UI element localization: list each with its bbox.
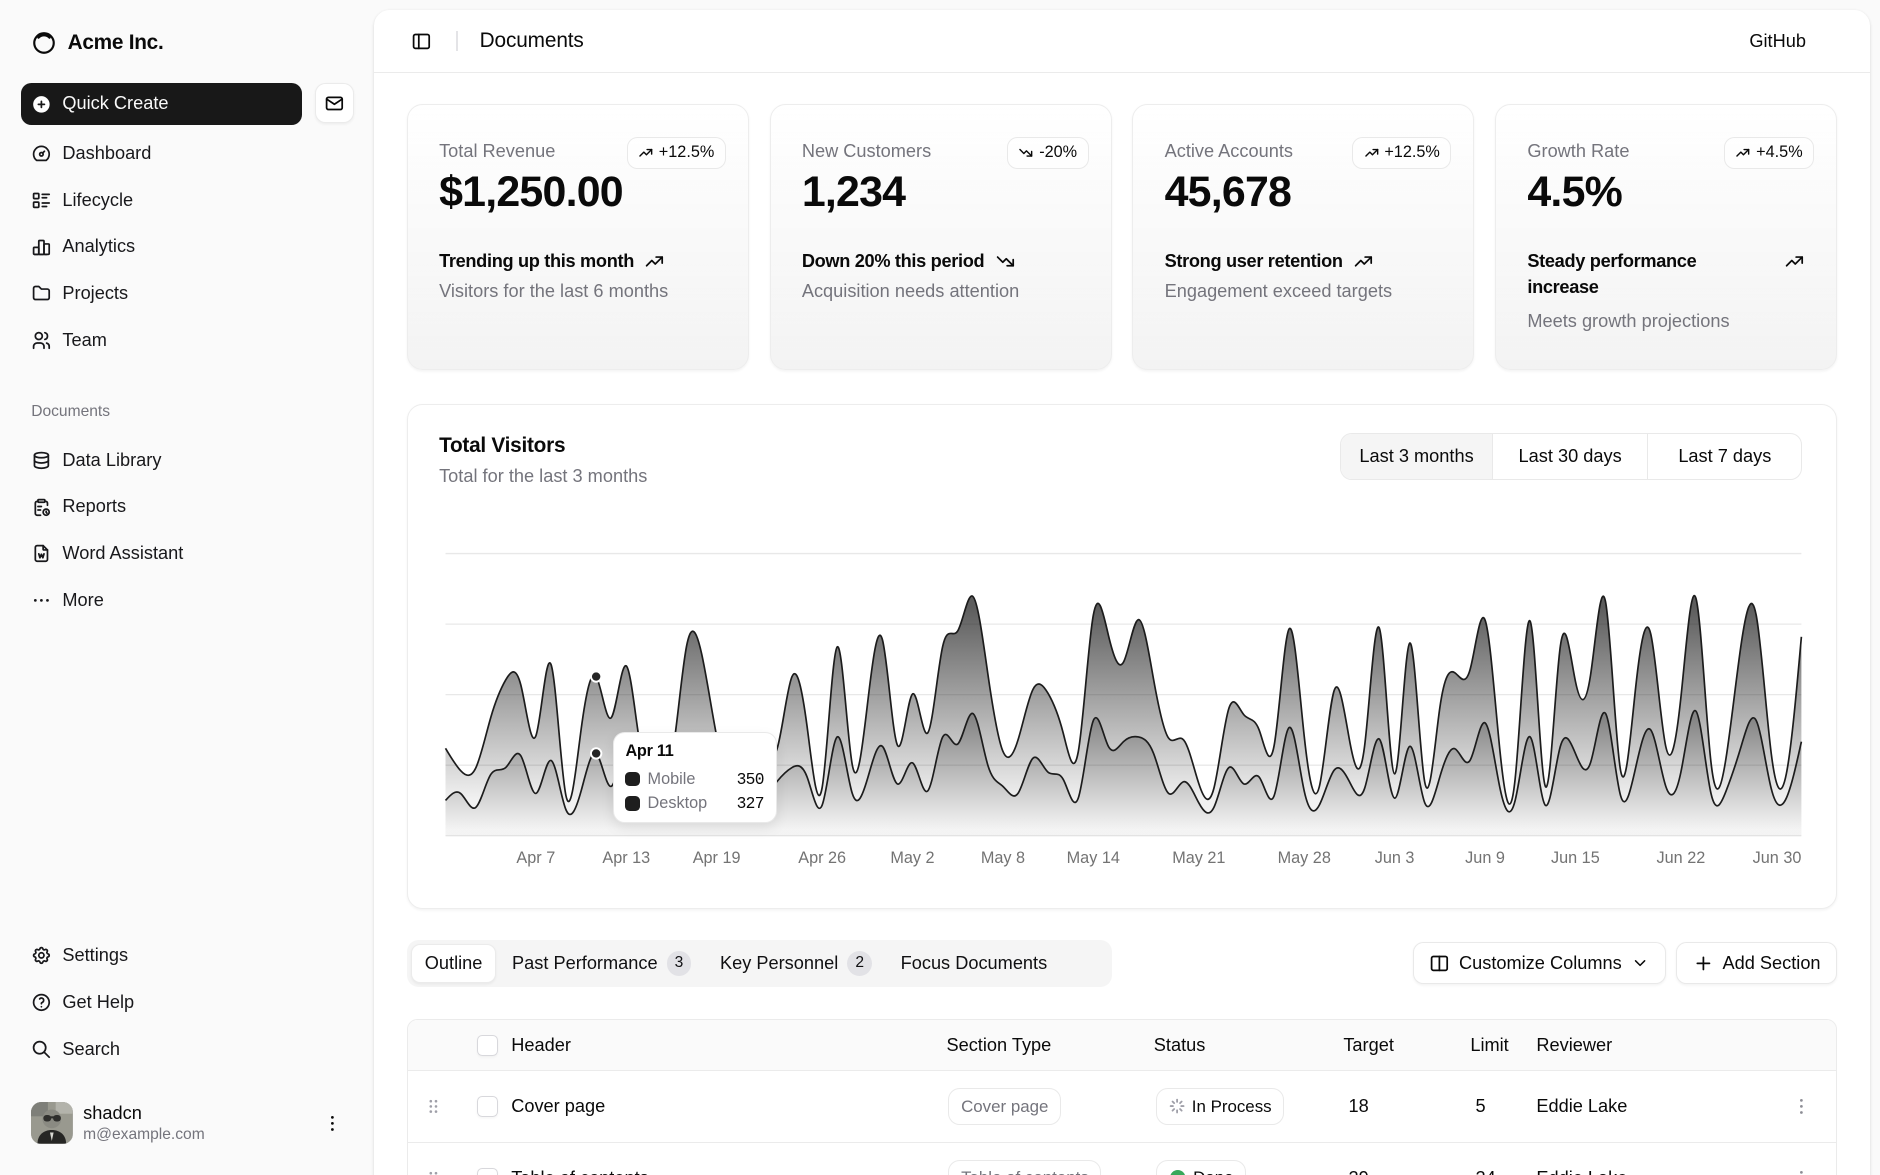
svg-text:Apr 26: Apr 26	[798, 849, 846, 867]
svg-text:Jun 30: Jun 30	[1753, 849, 1802, 867]
svg-text:Apr 19: Apr 19	[693, 849, 741, 867]
svg-text:Apr 13: Apr 13	[602, 849, 650, 867]
svg-text:Apr 7: Apr 7	[517, 849, 556, 867]
svg-text:May 2: May 2	[890, 849, 934, 867]
svg-text:Jun 3: Jun 3	[1375, 849, 1415, 867]
svg-text:Jun 22: Jun 22	[1657, 849, 1706, 867]
svg-text:Jun 9: Jun 9	[1465, 849, 1505, 867]
svg-text:May 8: May 8	[981, 849, 1025, 867]
svg-text:May 21: May 21	[1172, 849, 1225, 867]
svg-text:Jun 15: Jun 15	[1551, 849, 1600, 867]
svg-text:May 14: May 14	[1067, 849, 1120, 867]
svg-text:May 28: May 28	[1278, 849, 1331, 867]
